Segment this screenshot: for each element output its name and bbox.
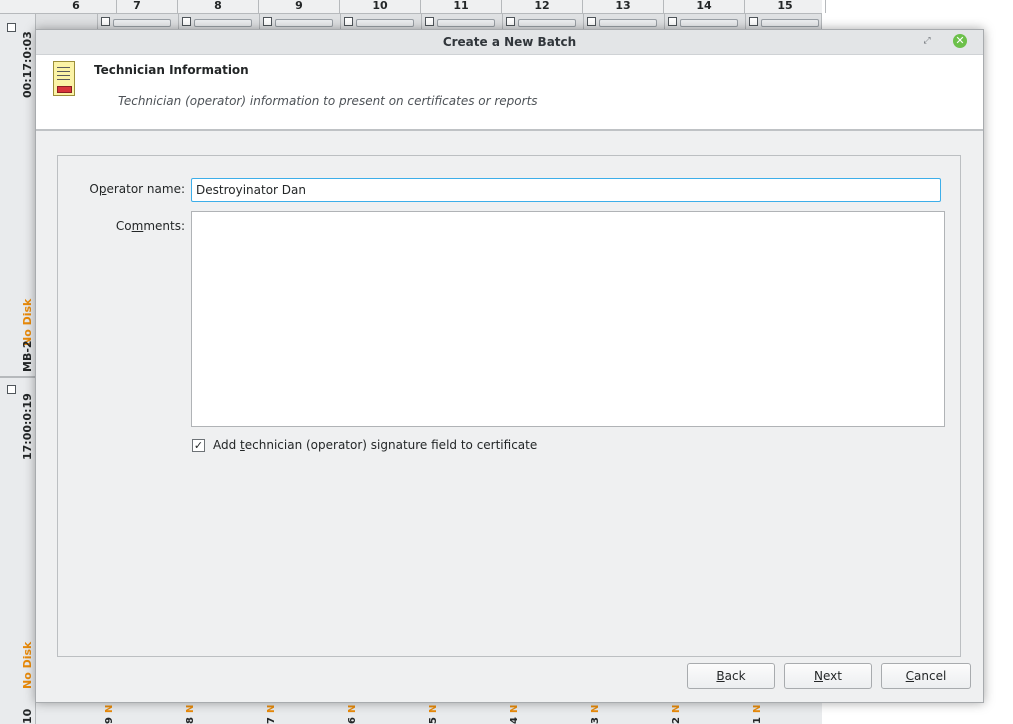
slot-cell[interactable] xyxy=(101,16,171,27)
slot-cell[interactable] xyxy=(587,16,657,27)
slot-bottom-cell: N9 xyxy=(104,704,115,724)
slot-number-label: 10 xyxy=(21,708,34,724)
slot-bottom-cell: N8 xyxy=(185,704,196,724)
slot-checkbox[interactable] xyxy=(101,17,110,26)
slot-progress-bar xyxy=(275,19,333,27)
restore-icon[interactable]: ⤢ xyxy=(922,36,932,46)
slot-progress-bar xyxy=(437,19,495,27)
next-button[interactable]: Next xyxy=(784,663,872,689)
slot-cell[interactable] xyxy=(668,16,738,27)
slot-status-label: No Disk xyxy=(21,641,34,689)
slot-checkbox[interactable] xyxy=(7,385,16,394)
slot-cell[interactable] xyxy=(263,16,333,27)
slot-progress-bar xyxy=(356,19,414,27)
slot-cell[interactable] xyxy=(749,16,819,27)
slot-bottom-cell: N5 xyxy=(428,704,439,724)
slot-checkbox[interactable] xyxy=(506,17,515,26)
slot-checkbox[interactable] xyxy=(344,17,353,26)
slot-checkbox[interactable] xyxy=(749,17,758,26)
column-header: 9 xyxy=(259,0,340,13)
column-header: 7 xyxy=(97,0,178,13)
slot-bottom-cell: N4 xyxy=(509,704,520,724)
slot-cell[interactable] xyxy=(182,16,252,27)
back-button[interactable]: Back xyxy=(687,663,775,689)
slot-bottom-row: N9 N8 N7 N6 N5 N4 N3 N2 N1 xyxy=(36,700,822,724)
slot-time-label: 17:00:0:19 xyxy=(21,393,34,460)
slot-checkbox[interactable] xyxy=(587,17,596,26)
slot-cell[interactable] xyxy=(344,16,414,27)
column-header-row: 6 7 8 9 10 11 12 13 14 15 xyxy=(0,0,826,14)
slot-status-label: No Disk xyxy=(21,298,34,346)
report-document-icon xyxy=(53,61,75,96)
slot-progress-bar xyxy=(518,19,576,27)
slot-progress-bar xyxy=(599,19,657,27)
slot-bottom-cell: N3 xyxy=(590,704,601,724)
wizard-page-title: Technician Information xyxy=(94,63,249,77)
slot-progress-bar xyxy=(680,19,738,27)
create-batch-dialog: Create a New Batch ⤢ ✕ Technician Inform… xyxy=(35,29,984,703)
wizard-page-subtitle: Technician (operator) information to pre… xyxy=(118,94,538,108)
slot-checkbox[interactable] xyxy=(182,17,191,26)
cancel-button[interactable]: Cancel xyxy=(881,663,971,689)
dialog-title: Create a New Batch xyxy=(442,35,577,49)
column-header: 15 xyxy=(745,0,826,13)
signature-field-label[interactable]: Add technician (operator) signature fiel… xyxy=(213,438,537,452)
slot-checkbox[interactable] xyxy=(425,17,434,26)
comments-label: Comments: xyxy=(115,219,185,233)
slot-progress-bar xyxy=(761,19,819,27)
column-header: 10 xyxy=(340,0,421,13)
slot-progress-bar xyxy=(113,19,171,27)
dialog-titlebar[interactable]: Create a New Batch ⤢ ✕ xyxy=(36,30,983,55)
close-icon[interactable]: ✕ xyxy=(953,34,967,48)
slot-time-label: 00:17:0:03 xyxy=(21,31,34,98)
slot-side-strip: 00:17:0:03 No Disk MB-2 17:00:0:19 No Di… xyxy=(0,14,36,724)
signature-field-checkbox[interactable]: ✓ xyxy=(192,439,205,452)
slot-cell[interactable] xyxy=(425,16,495,27)
slot-bottom-cell: N6 xyxy=(347,704,358,724)
form-frame: Operator name: Comments: ✓ Add technicia… xyxy=(57,155,961,657)
column-header: 14 xyxy=(664,0,745,13)
slot-bottom-cell: N2 xyxy=(671,704,682,724)
column-header: 8 xyxy=(178,0,259,13)
slot-bottom-cell: N1 xyxy=(752,704,763,724)
column-header: 12 xyxy=(502,0,583,13)
slot-checkbox[interactable] xyxy=(668,17,677,26)
slot-bottom-cell: N7 xyxy=(266,704,277,724)
slot-checkbox[interactable] xyxy=(263,17,272,26)
slot-checkbox[interactable] xyxy=(7,23,16,32)
slot-cell[interactable] xyxy=(506,16,576,27)
column-header: 11 xyxy=(421,0,502,13)
wizard-header: Technician Information Technician (opera… xyxy=(36,55,983,131)
operator-name-input[interactable] xyxy=(191,178,941,202)
slot-name-label: MB-2 xyxy=(21,340,34,372)
strip-divider xyxy=(0,376,35,378)
slot-progress-bar xyxy=(194,19,252,27)
comments-textarea[interactable] xyxy=(191,211,945,427)
column-header: 13 xyxy=(583,0,664,13)
operator-name-label: Operator name: xyxy=(89,182,185,196)
